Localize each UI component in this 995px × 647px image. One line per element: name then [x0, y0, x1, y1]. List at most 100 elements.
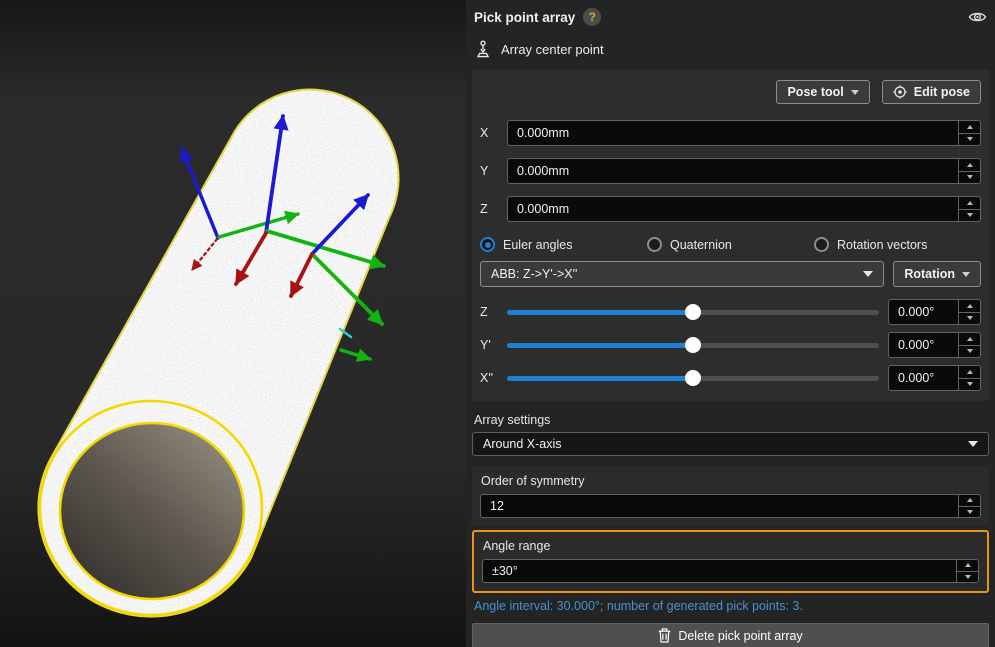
slider-z-label: Z	[480, 305, 507, 319]
trash-icon	[658, 628, 671, 643]
order-of-symmetry-spinbox	[480, 494, 981, 518]
help-icon[interactable]: ?	[583, 8, 601, 26]
scene-3d	[0, 0, 466, 647]
radio-label: Euler angles	[503, 238, 573, 252]
spin-down-button[interactable]	[957, 572, 978, 583]
radio-unselected-icon	[647, 237, 662, 252]
slider-x2-spinbox	[888, 365, 981, 391]
position-row-x: X	[480, 120, 981, 146]
array-axis-value: Around X-axis	[483, 437, 562, 451]
spin-down-button[interactable]	[959, 172, 980, 184]
spin-up-button[interactable]	[959, 300, 980, 313]
spinner	[958, 366, 980, 390]
pose-toolbar: Pose tool Edit pose	[480, 80, 981, 104]
spin-up-button[interactable]	[957, 560, 978, 572]
spin-up-button[interactable]	[959, 333, 980, 346]
slider-row-z: Z	[480, 299, 981, 325]
angle-interval-info: Angle interval: 30.000°; number of gener…	[474, 599, 987, 613]
pick-point-icon	[474, 40, 492, 59]
chevron-down-icon	[851, 90, 859, 95]
angle-range-label: Angle range	[483, 539, 979, 553]
array-settings-label: Array settings	[474, 413, 987, 427]
slider-x2-input[interactable]	[889, 366, 958, 390]
x-spinner	[958, 121, 980, 145]
radio-euler-angles[interactable]: Euler angles	[480, 237, 647, 252]
z-spinbox	[507, 196, 981, 222]
y-label: Y	[480, 164, 507, 178]
edit-pose-label: Edit pose	[914, 85, 970, 99]
euler-convention-row: ABB: Z->Y'->X'' Rotation	[480, 261, 981, 287]
euler-convention-value: ABB: Z->Y'->X''	[491, 267, 577, 281]
slider-z[interactable]	[507, 299, 879, 325]
spin-up-button[interactable]	[959, 197, 980, 210]
slider-fill	[507, 343, 693, 348]
visibility-eye-icon[interactable]	[968, 10, 987, 24]
tube-inner-bore	[60, 423, 244, 599]
spin-up-button[interactable]	[959, 495, 980, 507]
slider-z-input[interactable]	[889, 300, 958, 324]
pose-tool-dropdown[interactable]: Pose tool	[776, 80, 869, 104]
slider-y1-input[interactable]	[889, 333, 958, 357]
panel-title: Pick point array	[474, 10, 575, 25]
edit-pose-button[interactable]: Edit pose	[882, 80, 981, 104]
spin-up-button[interactable]	[959, 366, 980, 379]
angle-range-group-highlighted: Angle range	[472, 530, 989, 593]
rotation-dropdown[interactable]: Rotation	[893, 261, 981, 287]
point-cloud-viewport[interactable]	[0, 0, 466, 647]
x-spinbox	[507, 120, 981, 146]
spin-down-button[interactable]	[959, 346, 980, 358]
array-center-point-label: Array center point	[501, 42, 604, 57]
slider-x2[interactable]	[507, 365, 879, 391]
position-row-y: Y	[480, 158, 981, 184]
angle-range-input[interactable]	[483, 560, 956, 582]
euler-convention-select[interactable]: ABB: Z->Y'->X''	[480, 261, 884, 287]
slider-y1-spinbox	[888, 332, 981, 358]
spin-up-button[interactable]	[959, 159, 980, 172]
z-spinner	[958, 197, 980, 221]
x-input[interactable]	[508, 121, 958, 145]
slider-fill	[507, 310, 693, 315]
slider-fill	[507, 376, 693, 381]
slider-z-spinbox	[888, 299, 981, 325]
chevron-down-icon	[968, 441, 978, 447]
slider-y1-label: Y'	[480, 338, 507, 352]
slider-handle[interactable]	[685, 370, 701, 386]
y-input[interactable]	[508, 159, 958, 183]
x-label: X	[480, 126, 507, 140]
spin-down-button[interactable]	[959, 134, 980, 146]
y-spinbox	[507, 158, 981, 184]
order-of-symmetry-input[interactable]	[481, 495, 958, 517]
slider-handle[interactable]	[685, 337, 701, 353]
slider-row-x2: X''	[480, 365, 981, 391]
slider-x2-label: X''	[480, 371, 507, 385]
chevron-down-icon	[863, 271, 873, 277]
pose-groupbox: Pose tool Edit pose X	[472, 70, 989, 401]
radio-quaternion[interactable]: Quaternion	[647, 237, 814, 252]
array-axis-select[interactable]: Around X-axis	[472, 432, 989, 456]
spin-down-button[interactable]	[959, 313, 980, 325]
order-of-symmetry-group: Order of symmetry	[472, 466, 989, 526]
slider-y1[interactable]	[507, 332, 879, 358]
panel-header: Pick point array ?	[472, 0, 989, 32]
spinner	[956, 560, 978, 582]
radio-selected-icon	[480, 237, 495, 252]
chevron-down-icon	[962, 272, 970, 277]
delete-button-label: Delete pick point array	[678, 629, 802, 643]
pose-tool-label: Pose tool	[787, 85, 843, 99]
angle-range-spinbox	[482, 559, 979, 583]
radio-label: Quaternion	[670, 238, 732, 252]
radio-rotation-vectors[interactable]: Rotation vectors	[814, 237, 981, 252]
slider-handle[interactable]	[685, 304, 701, 320]
radio-label: Rotation vectors	[837, 238, 927, 252]
spin-down-button[interactable]	[959, 379, 980, 391]
position-row-z: Z	[480, 196, 981, 222]
delete-pick-point-array-button[interactable]: Delete pick point array	[472, 623, 989, 647]
spin-up-button[interactable]	[959, 121, 980, 134]
z-input[interactable]	[508, 197, 958, 221]
radio-unselected-icon	[814, 237, 829, 252]
spin-down-button[interactable]	[959, 210, 980, 222]
spinner	[958, 300, 980, 324]
spin-down-button[interactable]	[959, 507, 980, 518]
edit-pose-icon	[893, 85, 907, 99]
spinner	[958, 333, 980, 357]
